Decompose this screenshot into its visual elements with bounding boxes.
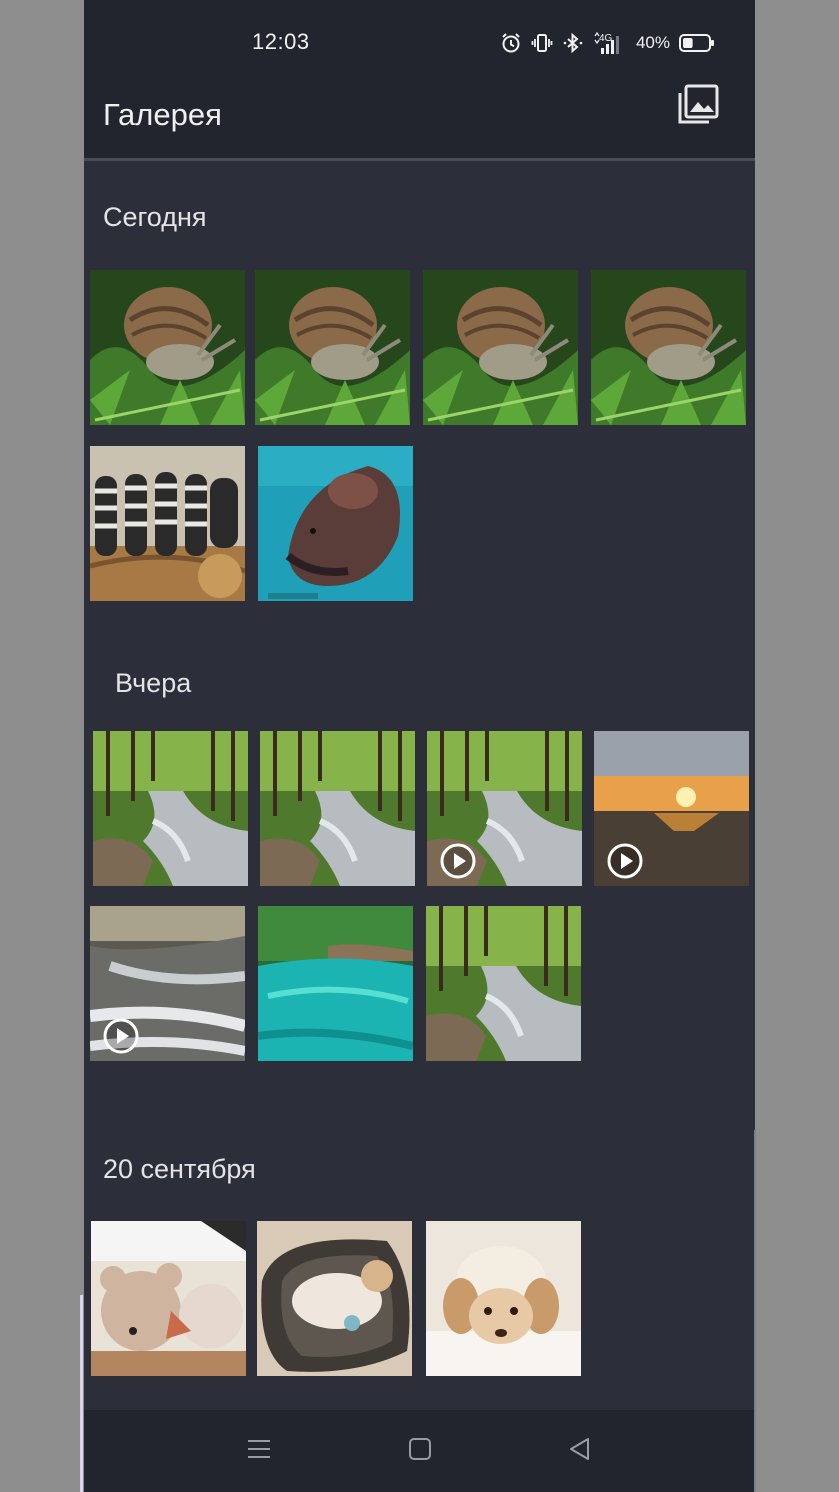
status-bar: 12:03 4G 40% [84, 0, 755, 82]
play-icon [440, 843, 476, 879]
home-icon [408, 1437, 432, 1466]
page-title: Галерея [103, 97, 222, 132]
battery-percent: 40% [635, 33, 670, 52]
photo-thumbnail[interactable] [257, 1221, 412, 1376]
battery-icon [679, 33, 715, 53]
albums-icon [676, 83, 720, 132]
section-title: Вчера [115, 668, 192, 698]
app-bar: Галерея [84, 82, 755, 161]
photo-thumbnail[interactable] [426, 906, 581, 1061]
scrollbar[interactable] [754, 1130, 756, 1492]
navigation-bar [84, 1410, 755, 1492]
status-time: 12:03 [252, 29, 310, 54]
status-icons: 4G 40% [500, 30, 715, 56]
section-title: 20 сентября [103, 1154, 256, 1184]
vibrate-icon [531, 32, 553, 54]
menu-icon [246, 1437, 272, 1466]
photo-thumbnail[interactable] [90, 446, 245, 601]
back-button[interactable] [565, 1436, 595, 1466]
play-icon [103, 1018, 139, 1054]
video-thumbnail[interactable] [594, 731, 749, 886]
photo-thumbnail[interactable] [591, 270, 746, 425]
alarm-icon [500, 32, 522, 54]
photo-thumbnail[interactable] [91, 1221, 246, 1376]
photo-thumbnail[interactable] [423, 270, 578, 425]
photo-thumbnail[interactable] [93, 731, 248, 886]
network-type-label: 4G [599, 33, 613, 44]
section-title: Сегодня [103, 202, 207, 232]
photo-thumbnail[interactable] [258, 906, 413, 1061]
albums-button[interactable] [675, 84, 721, 130]
phone-screen: 12:03 4G 40% Галерея Сегодня Вчера 20 се… [84, 0, 755, 1492]
bluetooth-icon [562, 32, 584, 54]
play-icon [607, 843, 643, 879]
battery-fill [683, 38, 693, 48]
video-thumbnail[interactable] [90, 906, 245, 1061]
signal-icon: 4G [593, 31, 627, 55]
scroll-indicator [80, 1295, 83, 1492]
photo-thumbnail[interactable] [255, 270, 410, 425]
home-button[interactable] [405, 1436, 435, 1466]
photo-thumbnail[interactable] [426, 1221, 581, 1376]
photo-thumbnail[interactable] [260, 731, 415, 886]
back-icon [568, 1437, 592, 1466]
photo-thumbnail[interactable] [90, 270, 245, 425]
photo-thumbnail[interactable] [258, 446, 413, 601]
video-thumbnail[interactable] [427, 731, 582, 886]
menu-button[interactable] [244, 1436, 274, 1466]
